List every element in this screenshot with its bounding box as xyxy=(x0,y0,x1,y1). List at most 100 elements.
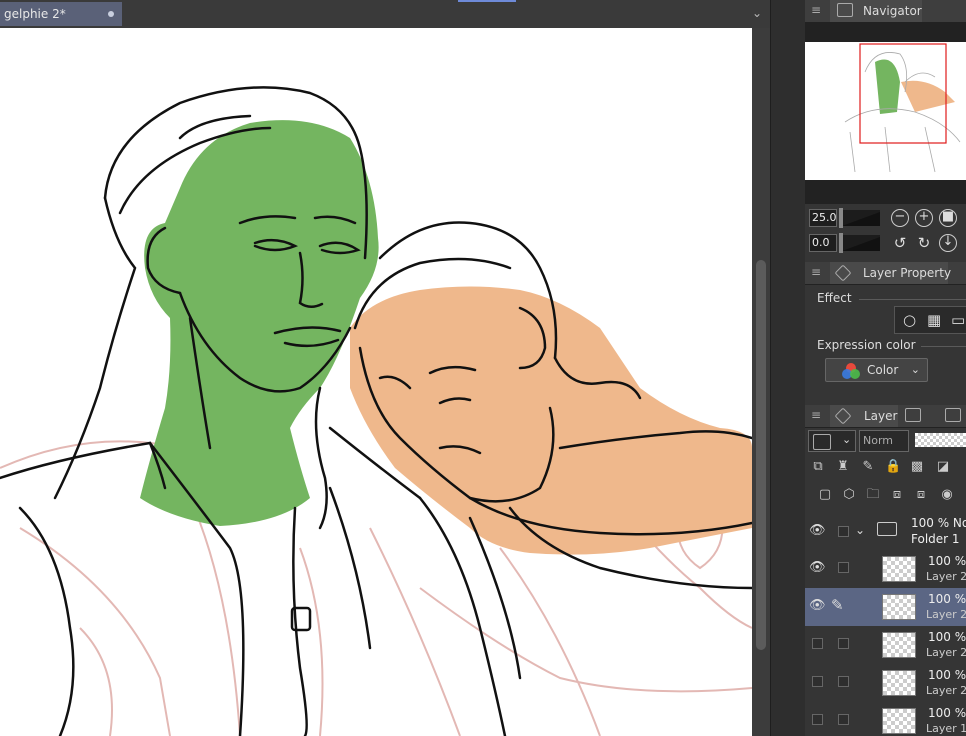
eye-icon[interactable]: 👁 xyxy=(809,598,826,614)
edit-checkbox[interactable] xyxy=(838,562,849,573)
layer-type-selector[interactable]: ⌄ xyxy=(808,430,856,452)
chevron-down-icon: ⌄ xyxy=(842,433,852,446)
folder-name: Folder 1 xyxy=(911,532,960,546)
color-button-label: Color xyxy=(867,363,899,377)
rotation-slider-knob[interactable] xyxy=(839,233,843,253)
panel-divider xyxy=(770,0,806,736)
zoom-out-icon[interactable]: − xyxy=(891,209,909,227)
visibility-checkbox[interactable] xyxy=(812,676,823,687)
artwork xyxy=(0,86,752,736)
rotate-left-icon[interactable]: ↺ xyxy=(891,234,909,252)
navigator-bottom-bar xyxy=(805,180,966,204)
navigator-top-bar xyxy=(805,22,966,42)
effect-buttons: ○ ▦ ▭ xyxy=(894,306,966,334)
rotation-slider[interactable] xyxy=(840,235,880,251)
layer-name: Layer 2 C xyxy=(926,646,966,659)
layer-mask-icon[interactable]: ◉ xyxy=(939,487,955,503)
layer-opacity: 100 % xyxy=(928,630,966,644)
document-tab-bar: gelphie 2* ⌄ xyxy=(0,0,770,29)
scrollbar-thumb[interactable] xyxy=(756,260,766,650)
new-raster-layer-icon[interactable]: ▢ xyxy=(817,487,833,503)
drawing-canvas[interactable] xyxy=(0,28,752,736)
layer-opacity: 100 % xyxy=(928,668,966,682)
edit-checkbox[interactable] xyxy=(838,676,849,687)
layer-name: Layer 2 C xyxy=(926,608,966,621)
zoom-in-icon[interactable]: + xyxy=(915,209,933,227)
mask-icon[interactable]: ◪ xyxy=(935,459,951,475)
merge-layer-icon[interactable]: ⧈ xyxy=(913,487,929,503)
new-vector-layer-icon[interactable]: ⬡ xyxy=(841,487,857,503)
effect-label: Effect xyxy=(817,291,852,305)
canvas-vertical-scrollbar[interactable] xyxy=(752,28,770,736)
rotate-right-icon[interactable]: ↻ xyxy=(915,234,933,252)
tab-accent-bar xyxy=(458,0,516,2)
layer-name: Layer 1 xyxy=(926,722,966,735)
layer-thumbnail xyxy=(882,556,916,582)
chevron-down-icon[interactable]: ⌄ xyxy=(855,523,865,537)
edit-checkbox[interactable] xyxy=(838,638,849,649)
layer-thumbnail xyxy=(882,632,916,658)
folder-icon xyxy=(877,522,897,536)
document-tab-title: gelphie 2* xyxy=(4,7,66,21)
visibility-checkbox[interactable] xyxy=(812,638,823,649)
unsaved-dot-icon[interactable] xyxy=(108,11,114,17)
eye-icon[interactable]: 👁 xyxy=(809,560,826,576)
transfer-layer-icon[interactable]: ⧈ xyxy=(889,487,905,503)
layer-thumbnail xyxy=(882,708,916,734)
expression-color-dropdown[interactable]: Color ⌄ xyxy=(825,358,928,382)
layer-opacity: 100 % xyxy=(928,592,966,606)
divider xyxy=(921,346,966,347)
rotation-input[interactable]: 0.0 xyxy=(809,234,837,252)
menu-grip-icon[interactable]: ≡ xyxy=(811,408,821,422)
layer-thumbnail xyxy=(882,670,916,696)
right-panel: ≡ Navigator 25.0 − + ■ 0.0 ↺ ↻ ↓ ≡ Layer… xyxy=(805,0,966,736)
green-skin-fill xyxy=(140,120,379,527)
opacity-slider[interactable] xyxy=(915,433,966,447)
layer-row[interactable]: 100 % Layer 2 C xyxy=(805,626,966,665)
layer-panel-header: ≡ Layer xyxy=(805,405,966,428)
eye-icon[interactable]: 👁 xyxy=(809,523,826,539)
layer-name: Layer 2 xyxy=(926,684,966,697)
folder-row[interactable]: 👁 ⌄ 100 % No Folder 1 xyxy=(805,514,966,551)
layer-property-title: Layer Property xyxy=(863,266,952,280)
reset-rotation-icon[interactable]: ↓ xyxy=(939,234,957,252)
clip-layer-icon[interactable]: ⧉ xyxy=(810,459,826,475)
zoom-slider-knob[interactable] xyxy=(839,208,843,228)
navigator-title: Navigator xyxy=(863,4,922,18)
edit-checkbox[interactable] xyxy=(838,526,849,537)
layer-row[interactable]: 👁 100 % Layer 2 C xyxy=(805,550,966,589)
folder-opacity: 100 % No xyxy=(911,516,966,530)
zoom-slider[interactable] xyxy=(840,210,880,226)
layer-opacity: 100 % xyxy=(928,706,966,720)
fit-view-icon[interactable]: ■ xyxy=(939,209,957,227)
layer-name: Layer 2 C xyxy=(926,570,966,583)
layer-row-selected[interactable]: 👁 ✎ 100 % Layer 2 C xyxy=(805,588,966,627)
layer-opacity: 100 % xyxy=(928,554,966,568)
navigator-preview[interactable] xyxy=(805,42,966,180)
lock-layer-icon[interactable]: 🔒 xyxy=(885,459,901,475)
document-tab[interactable]: gelphie 2* xyxy=(0,2,122,26)
reference-layer-icon[interactable]: ♜ xyxy=(835,459,851,475)
edit-checkbox[interactable] xyxy=(838,714,849,725)
draft-layer-icon[interactable]: ✎ xyxy=(860,459,876,475)
layer-row[interactable]: 100 % Layer 2 xyxy=(805,664,966,703)
menu-grip-icon[interactable]: ≡ xyxy=(811,3,821,17)
lock-transparency-icon[interactable]: ▩ xyxy=(909,459,925,475)
layer-tab-label: Layer xyxy=(864,409,898,423)
new-folder-icon[interactable]: 🗀 xyxy=(865,487,881,503)
tone-effect-icon[interactable]: ▦ xyxy=(927,311,941,329)
zoom-input[interactable]: 25.0 xyxy=(809,209,837,227)
border-effect-icon[interactable]: ○ xyxy=(903,311,916,329)
layer-row[interactable]: 100 % Layer 1 xyxy=(805,702,966,736)
animation-tab-icon[interactable] xyxy=(905,408,921,422)
blend-mode-select[interactable]: Norm xyxy=(859,430,909,452)
chevron-down-icon[interactable]: ⌄ xyxy=(752,6,762,20)
material-tab-icon[interactable] xyxy=(945,408,961,422)
navigator-header: ≡ Navigator xyxy=(805,0,966,23)
layer-color-effect-icon[interactable]: ▭ xyxy=(951,311,965,329)
menu-grip-icon[interactable]: ≡ xyxy=(811,265,821,279)
chevron-down-icon: ⌄ xyxy=(910,363,920,376)
layer-thumbnail xyxy=(882,594,916,620)
visibility-checkbox[interactable] xyxy=(812,714,823,725)
peach-skin-fill xyxy=(350,286,752,555)
